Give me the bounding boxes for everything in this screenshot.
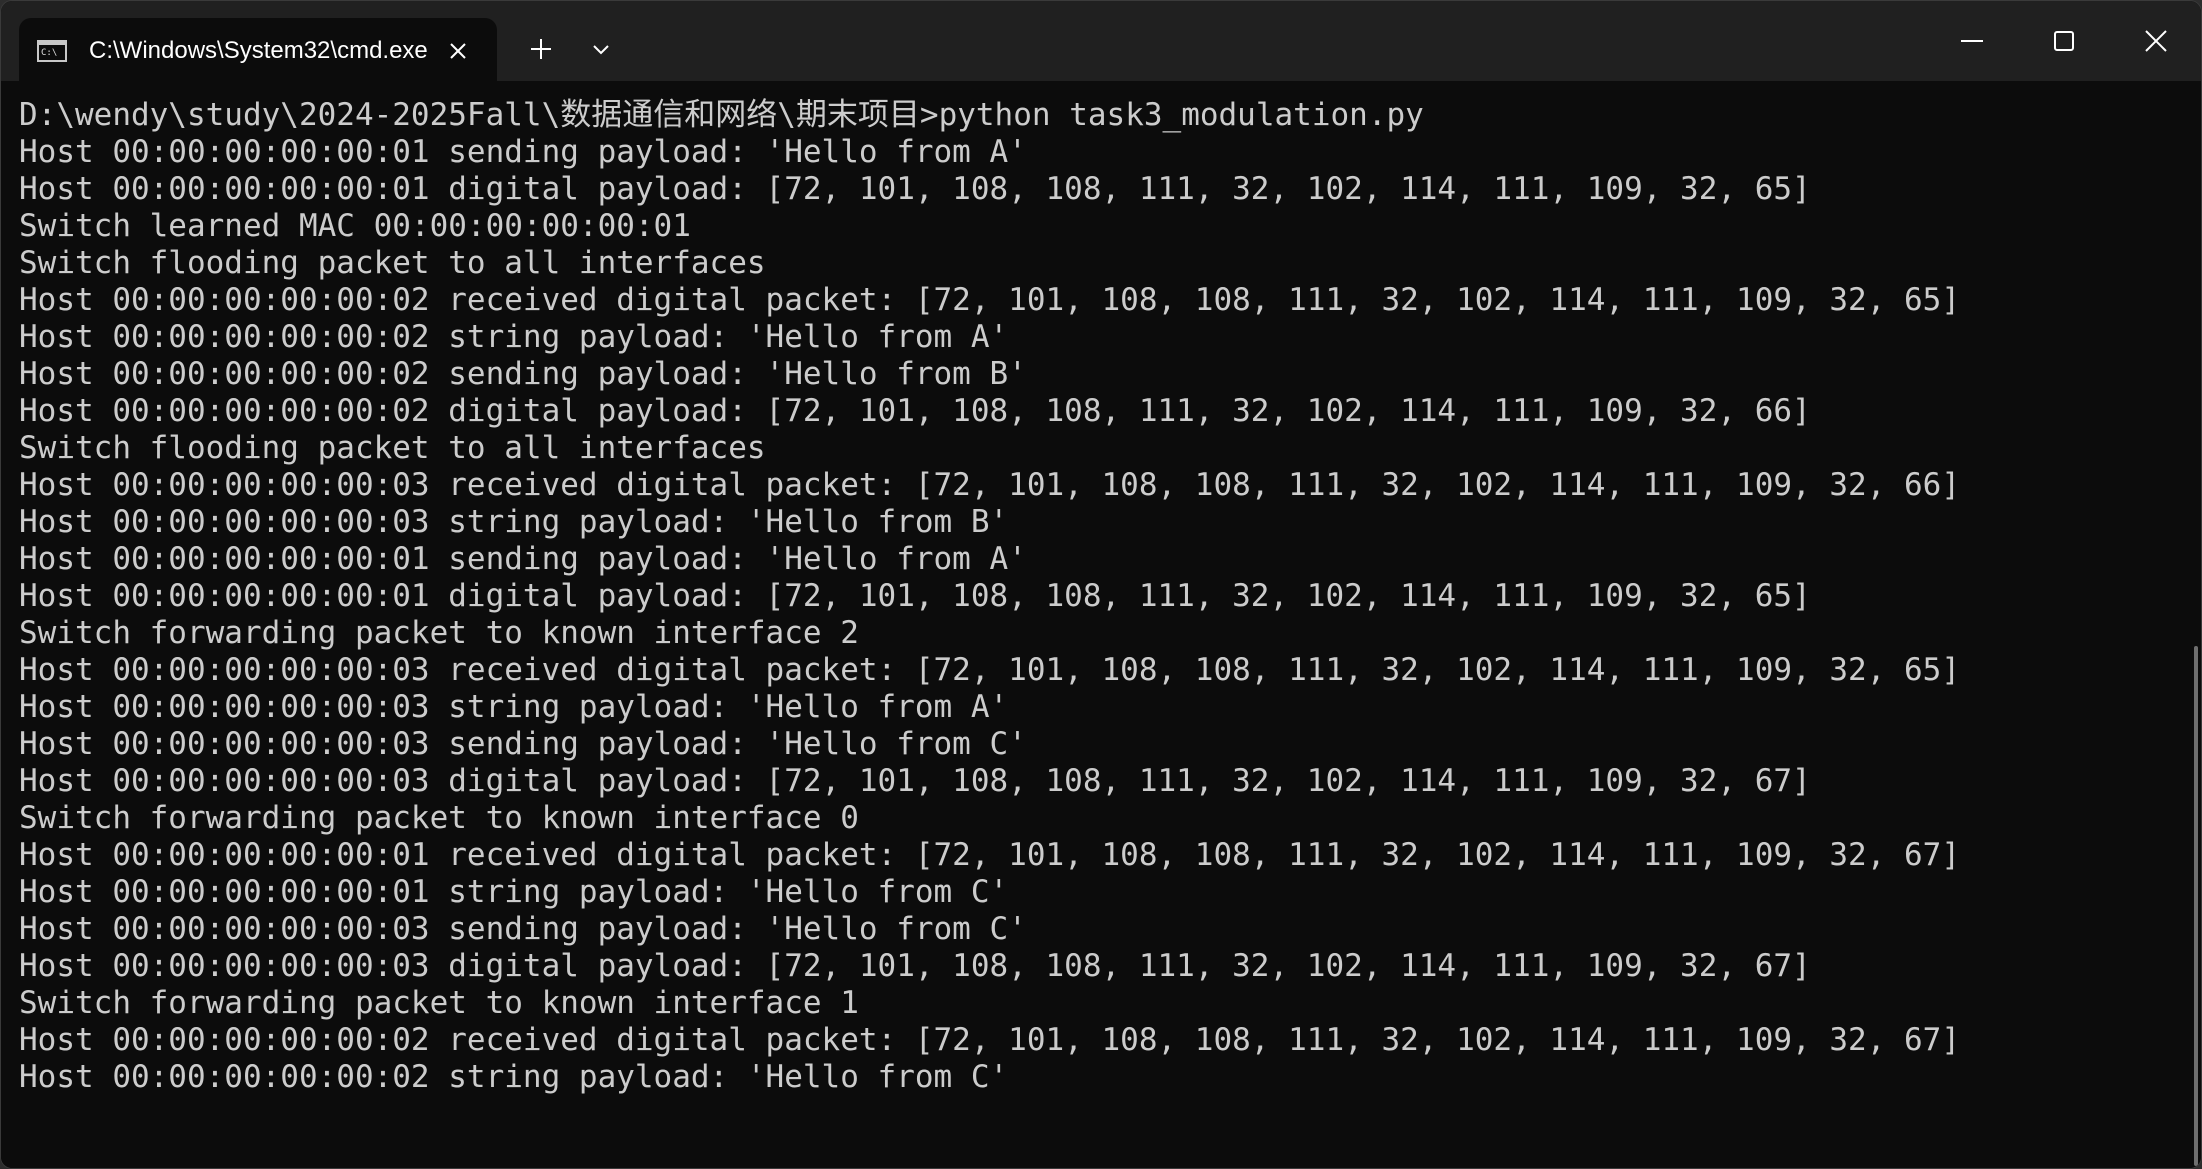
output-lines: D:\wendy\study\2024-2025Fall\数据通信和网络\期末项… — [19, 97, 2159, 1096]
terminal-line: Switch forwarding packet to known interf… — [19, 985, 859, 1021]
terminal-line: Host 00:00:00:00:00:02 digital payload: … — [19, 393, 1811, 429]
terminal-line: Host 00:00:00:00:00:01 digital payload: … — [19, 578, 1811, 614]
minimize-icon — [1961, 40, 1983, 42]
cmd-terminal-icon: C:\ — [37, 40, 67, 62]
terminal-line: Host 00:00:00:00:00:03 received digital … — [19, 652, 1961, 688]
chevron-down-icon — [593, 45, 609, 55]
terminal-line: Host 00:00:00:00:00:03 digital payload: … — [19, 763, 1811, 799]
close-icon — [2145, 30, 2167, 52]
maximize-icon — [2054, 31, 2074, 51]
terminal-line: Switch flooding packet to all interfaces — [19, 430, 766, 466]
terminal-line: Host 00:00:00:00:00:03 sending payload: … — [19, 726, 1027, 762]
tab-dropdown-button[interactable] — [579, 27, 623, 71]
terminal-line: Host 00:00:00:00:00:02 string payload: '… — [19, 1059, 1009, 1095]
terminal-line: Host 00:00:00:00:00:02 string payload: '… — [19, 319, 1009, 355]
terminal-line: Switch flooding packet to all interfaces — [19, 245, 766, 281]
terminal-output[interactable]: D:\wendy\study\2024-2025Fall\数据通信和网络\期末项… — [1, 81, 2201, 1168]
close-icon — [450, 43, 466, 59]
terminal-line: Host 00:00:00:00:00:03 digital payload: … — [19, 948, 1811, 984]
close-window-button[interactable] — [2123, 13, 2189, 69]
terminal-line: Host 00:00:00:00:00:03 sending payload: … — [19, 911, 1027, 947]
terminal-line: Host 00:00:00:00:00:02 received digital … — [19, 1022, 1961, 1058]
terminal-window: C:\ C:\Windows\System32\cmd.exe D:\wendy… — [0, 0, 2202, 1169]
title-bar[interactable]: C:\ C:\Windows\System32\cmd.exe — [1, 1, 2201, 81]
vertical-scrollbar[interactable] — [2194, 646, 2198, 1166]
terminal-line: Host 00:00:00:00:00:03 string payload: '… — [19, 689, 1009, 725]
tab-cmd[interactable]: C:\ C:\Windows\System32\cmd.exe — [19, 18, 497, 81]
terminal-line: Switch learned MAC 00:00:00:00:00:01 — [19, 208, 691, 244]
terminal-line: Switch forwarding packet to known interf… — [19, 800, 859, 836]
tab-title: C:\Windows\System32\cmd.exe — [89, 37, 428, 64]
plus-icon — [531, 39, 551, 59]
svg-text:C:\: C:\ — [41, 48, 57, 58]
terminal-line: Host 00:00:00:00:00:01 sending payload: … — [19, 541, 1027, 577]
maximize-button[interactable] — [2033, 13, 2095, 69]
terminal-line: Host 00:00:00:00:00:03 string payload: '… — [19, 504, 1009, 540]
terminal-line: Host 00:00:00:00:00:02 sending payload: … — [19, 356, 1027, 392]
terminal-line: Host 00:00:00:00:00:01 digital payload: … — [19, 171, 1811, 207]
terminal-line: Host 00:00:00:00:00:01 sending payload: … — [19, 134, 1027, 170]
close-tab-button[interactable] — [441, 34, 475, 68]
terminal-line: Host 00:00:00:00:00:02 received digital … — [19, 282, 1961, 318]
terminal-line: D:\wendy\study\2024-2025Fall\数据通信和网络\期末项… — [19, 97, 1424, 133]
minimize-button[interactable] — [1941, 13, 2003, 69]
terminal-line: Host 00:00:00:00:00:03 received digital … — [19, 467, 1961, 503]
terminal-line: Switch forwarding packet to known interf… — [19, 615, 859, 651]
new-tab-button[interactable] — [516, 27, 566, 71]
terminal-line: Host 00:00:00:00:00:01 received digital … — [19, 837, 1961, 873]
terminal-line: Host 00:00:00:00:00:01 string payload: '… — [19, 874, 1009, 910]
